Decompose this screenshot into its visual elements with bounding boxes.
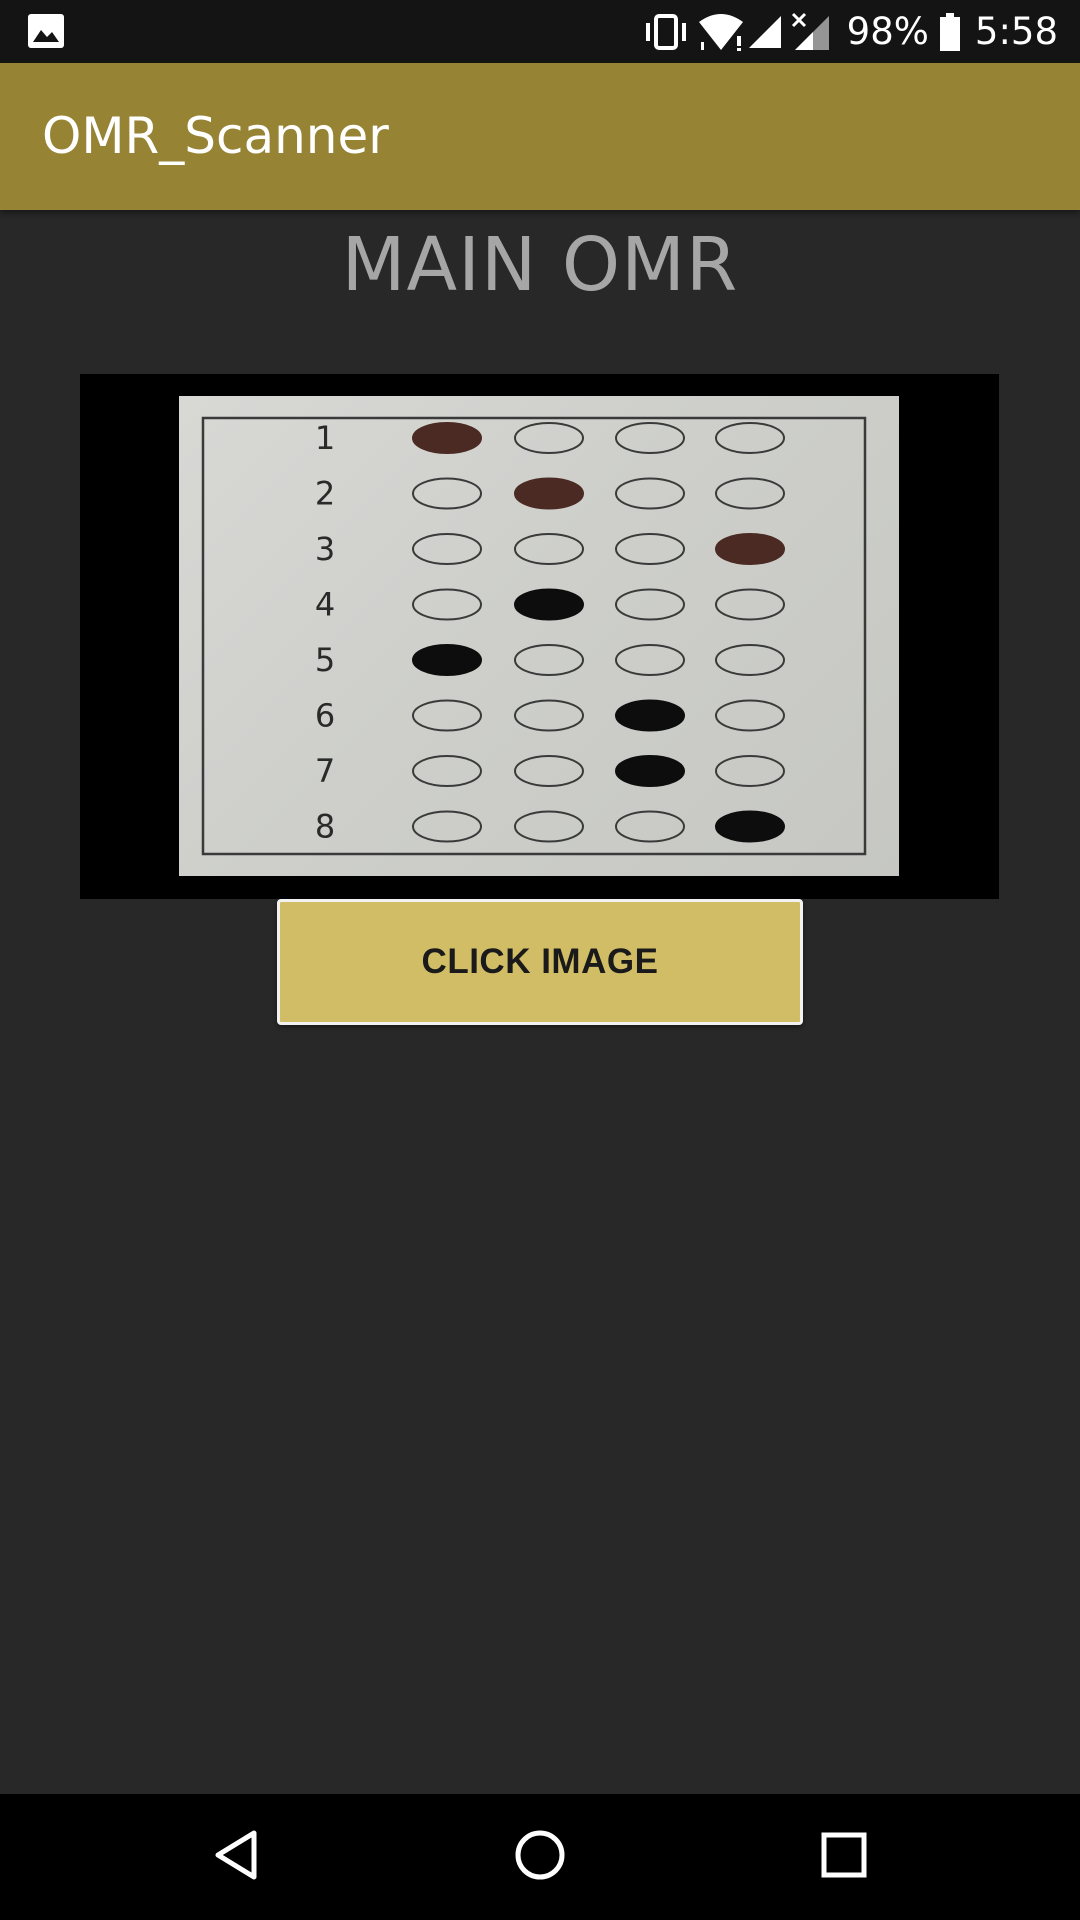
question-number: 3 bbox=[315, 530, 335, 568]
status-icons: 98% 5:58 bbox=[643, 0, 1058, 63]
back-button[interactable] bbox=[176, 1794, 296, 1920]
home-icon bbox=[513, 1828, 567, 1886]
question-number: 2 bbox=[315, 475, 335, 513]
click-image-button[interactable]: CLICK IMAGE bbox=[277, 899, 803, 1025]
back-icon bbox=[212, 1829, 260, 1885]
image-icon bbox=[27, 13, 65, 49]
empty-bubble bbox=[514, 699, 584, 732]
filled-bubble bbox=[412, 644, 482, 676]
empty-bubble bbox=[615, 588, 685, 621]
filled-bubble bbox=[715, 810, 785, 843]
empty-bubble bbox=[715, 477, 785, 510]
empty-bubble bbox=[514, 755, 584, 787]
page-heading: MAIN OMR bbox=[341, 222, 739, 308]
empty-bubble bbox=[412, 533, 482, 565]
empty-bubble bbox=[412, 477, 482, 510]
empty-bubble bbox=[715, 755, 785, 787]
omr-image-view[interactable]: 1 2 3 4 5 6 7 8 bbox=[80, 374, 999, 899]
empty-bubble bbox=[412, 755, 482, 787]
home-button[interactable] bbox=[480, 1794, 600, 1920]
empty-bubble bbox=[514, 533, 584, 565]
question-number: 1 bbox=[315, 419, 335, 457]
filled-bubble bbox=[615, 699, 685, 732]
empty-bubble bbox=[412, 588, 482, 621]
status-bar: 98% 5:58 bbox=[0, 0, 1080, 63]
empty-bubble bbox=[615, 644, 685, 676]
empty-bubble bbox=[514, 422, 584, 454]
empty-bubble bbox=[615, 533, 685, 565]
empty-bubble bbox=[715, 588, 785, 621]
empty-bubble bbox=[615, 810, 685, 843]
empty-bubble bbox=[615, 477, 685, 510]
empty-bubble bbox=[615, 422, 685, 454]
filled-bubble bbox=[514, 588, 584, 621]
omr-sheet-photo: 1 2 3 4 5 6 7 8 bbox=[179, 396, 899, 876]
empty-bubble bbox=[514, 810, 584, 843]
empty-bubble bbox=[412, 699, 482, 732]
battery-icon bbox=[939, 12, 961, 51]
question-number: 6 bbox=[315, 697, 335, 735]
battery-percent: 98% bbox=[846, 10, 929, 53]
empty-bubble bbox=[715, 422, 785, 454]
clock: 5:58 bbox=[974, 10, 1058, 53]
signal-off-icon bbox=[791, 12, 831, 52]
navigation-bar bbox=[0, 1794, 1080, 1920]
empty-bubble bbox=[514, 644, 584, 676]
empty-bubble bbox=[412, 810, 482, 843]
question-number: 7 bbox=[315, 752, 335, 790]
signal-icon bbox=[747, 14, 783, 50]
recents-button[interactable] bbox=[784, 1794, 904, 1920]
filled-bubble bbox=[412, 422, 482, 454]
wifi-icon bbox=[697, 12, 745, 52]
app-title: OMR_Scanner bbox=[42, 107, 389, 165]
question-number: 5 bbox=[315, 641, 335, 679]
question-number: 8 bbox=[315, 808, 335, 846]
recents-icon bbox=[820, 1831, 868, 1883]
vibrate-icon bbox=[643, 13, 689, 50]
app-bar: OMR_Scanner bbox=[0, 63, 1080, 210]
filled-bubble bbox=[514, 477, 584, 510]
question-number: 4 bbox=[315, 586, 335, 624]
filled-bubble bbox=[615, 755, 685, 787]
omr-sheet-drawing: 1 2 3 4 5 6 7 8 bbox=[201, 416, 867, 856]
empty-bubble bbox=[715, 699, 785, 732]
filled-bubble bbox=[715, 533, 785, 565]
empty-bubble bbox=[715, 644, 785, 676]
